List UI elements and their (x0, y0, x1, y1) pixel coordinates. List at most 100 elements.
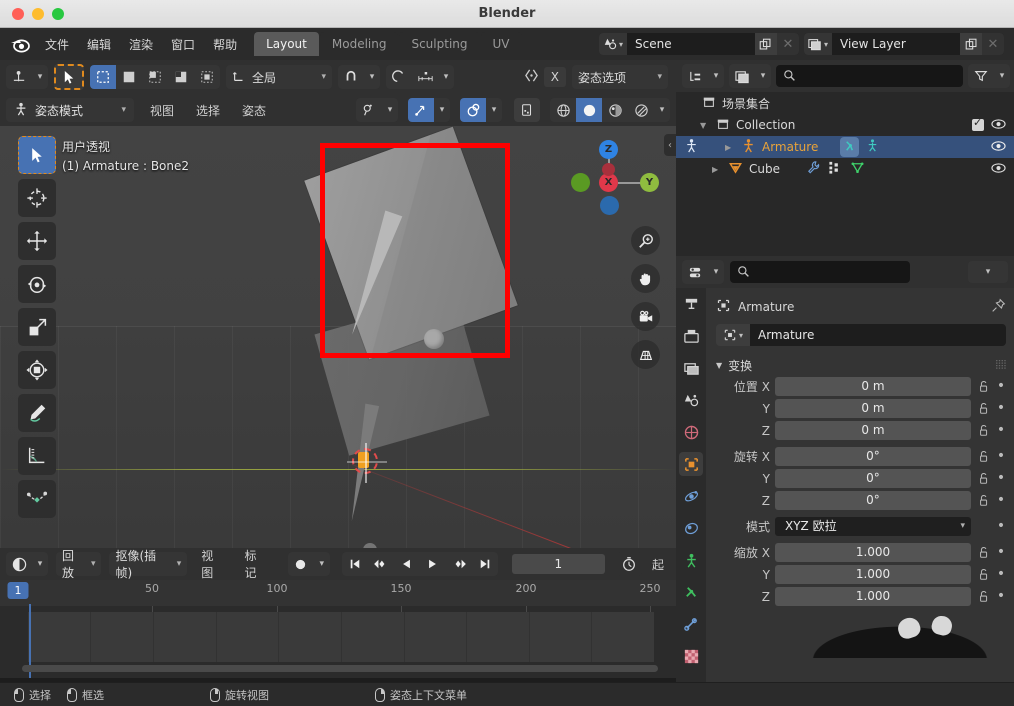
select-invert-icon[interactable] (168, 65, 194, 89)
proportional-edit-icon[interactable] (386, 65, 412, 89)
properties-editor-icon[interactable] (682, 260, 708, 284)
next-keyframe-icon[interactable] (445, 552, 472, 576)
overlays-icon[interactable] (460, 98, 486, 122)
outliner-filter[interactable]: ▾ (968, 64, 1010, 88)
object-data-tab[interactable] (679, 612, 703, 636)
stopwatch-icon[interactable] (616, 552, 642, 576)
timeline-strip-area[interactable] (28, 612, 654, 662)
x-mirror-icon[interactable] (523, 68, 540, 87)
menu-render[interactable]: 渲染 (120, 32, 162, 57)
output-tab[interactable] (679, 356, 703, 380)
chevron-down-icon[interactable]: ▾ (994, 64, 1010, 88)
visibility-icon[interactable] (356, 98, 382, 122)
current-frame-field[interactable]: 1 (511, 554, 605, 574)
scene-name[interactable]: Scene (626, 33, 755, 55)
chevron-down-icon[interactable]: ▾ (121, 105, 126, 115)
select-extend-icon[interactable] (116, 65, 142, 89)
rendered-icon[interactable] (628, 98, 654, 122)
wireframe-icon[interactable] (550, 98, 576, 122)
pan-hand-icon[interactable] (631, 264, 660, 293)
modifiers-tab[interactable] (679, 484, 703, 508)
scale-tool[interactable] (18, 308, 56, 346)
object-name-value[interactable]: Armature (750, 324, 1006, 346)
view-layer-icon[interactable]: ▾ (803, 33, 832, 55)
location-z-value[interactable]: 0 m (775, 421, 971, 440)
physics-tab[interactable] (679, 548, 703, 572)
duplicate-icon[interactable] (754, 33, 777, 55)
solid-icon[interactable] (576, 98, 602, 122)
triangle-right-icon[interactable]: ▶ (725, 143, 735, 152)
unlock-icon[interactable] (976, 450, 991, 463)
bendy-bone-tool[interactable] (18, 480, 56, 518)
tweak-select-tool[interactable] (18, 136, 56, 174)
location-x-value[interactable]: 0 m (775, 377, 971, 396)
chevron-down-icon[interactable]: ▾ (177, 559, 182, 569)
scale-x-value[interactable]: 1.000 (775, 543, 971, 562)
view-layer-tab[interactable] (679, 388, 703, 412)
scale-z-value[interactable]: 1.000 (775, 587, 971, 606)
chevron-down-icon[interactable]: ▾ (657, 72, 662, 82)
prev-keyframe-icon[interactable] (367, 552, 394, 576)
menu-file[interactable]: 文件 (36, 32, 78, 57)
object-id-field[interactable]: ▾ Armature (716, 324, 1006, 346)
chevron-down-icon[interactable]: ▾ (32, 552, 48, 576)
duplicate-icon[interactable] (960, 33, 982, 55)
timeline-horizontal-scrollbar[interactable] (22, 665, 658, 672)
gizmo-icon[interactable] (408, 98, 434, 122)
object-tab[interactable] (679, 452, 703, 476)
tab-modeling[interactable]: Modeling (319, 32, 399, 56)
editor-type-selector[interactable]: ▾ (6, 65, 48, 89)
particles-tab[interactable] (679, 516, 703, 540)
chevron-down-icon[interactable]: ▾ (32, 65, 48, 89)
chevron-down-icon[interactable]: ▾ (438, 65, 454, 89)
eye-icon[interactable] (991, 118, 1006, 133)
chevron-down-icon[interactable]: ▾ (91, 559, 96, 569)
menu-edit[interactable]: 编辑 (78, 32, 120, 57)
scene-icon[interactable]: ▾ (598, 33, 627, 55)
unlock-icon[interactable] (976, 424, 991, 437)
filter-id-icon[interactable] (729, 64, 755, 88)
armature-data-icon[interactable] (865, 138, 880, 156)
unlock-icon[interactable] (976, 402, 991, 415)
chevron-down-icon[interactable]: ▾ (654, 98, 670, 122)
outliner-row-scene-collection[interactable]: 场景集合 (676, 92, 1014, 114)
animate-dot-icon[interactable]: • (996, 587, 1006, 606)
chevron-down-icon[interactable]: ▾ (434, 98, 450, 122)
animate-dot-icon[interactable]: • (996, 447, 1006, 466)
play-icon[interactable] (419, 552, 446, 576)
blender-logo-icon[interactable] (8, 32, 32, 56)
rotation-z-value[interactable]: 0° (775, 491, 971, 510)
move-tool[interactable] (18, 222, 56, 260)
object-constraints-tab[interactable] (679, 580, 703, 604)
navigation-gizmo[interactable]: Z Y X (570, 134, 659, 215)
animate-dot-icon[interactable]: • (996, 543, 1006, 562)
close-icon[interactable]: ✕ (982, 33, 1004, 55)
timeline-menu-view[interactable]: 视图 (195, 544, 230, 584)
transform-section-header[interactable]: ▼ 变换 ⣿⣿ (716, 354, 1007, 376)
rotation-x-value[interactable]: 0° (775, 447, 971, 466)
chevron-down-icon[interactable]: ▾ (755, 64, 771, 88)
animate-dot-icon[interactable]: • (996, 377, 1006, 396)
rotation-y-value[interactable]: 0° (775, 469, 971, 488)
toggle-ortho-grid-icon[interactable] (631, 340, 660, 369)
chevron-down-icon[interactable]: ▾ (708, 260, 724, 284)
triangle-down-icon[interactable]: ▼ (716, 361, 722, 370)
measure-tool[interactable] (18, 437, 56, 475)
view-layer-selector[interactable]: ▾ View Layer ✕ (803, 33, 1004, 55)
outliner-search-field[interactable] (801, 69, 956, 83)
outliner-filter-id[interactable]: ▾ (729, 64, 771, 88)
mirror-axis-x[interactable]: X (543, 67, 566, 87)
animate-dot-icon[interactable]: • (996, 491, 1006, 510)
playback-dropdown[interactable]: 回放 ▾ (56, 549, 102, 580)
triangle-right-icon[interactable]: ▶ (712, 165, 722, 174)
chevron-down-icon[interactable]: ▾ (486, 98, 502, 122)
gizmo-axis-neg-y[interactable] (571, 173, 590, 192)
animate-dot-icon[interactable]: • (996, 469, 1006, 488)
menu-window[interactable]: 窗口 (162, 32, 204, 57)
xray-icon[interactable] (514, 98, 540, 122)
viewport-menu-select[interactable]: 选择 (190, 99, 226, 122)
unlock-icon[interactable] (976, 568, 991, 581)
eye-icon[interactable] (991, 140, 1006, 155)
eye-icon[interactable] (991, 162, 1006, 177)
chevron-down-icon[interactable]: ▾ (708, 64, 724, 88)
